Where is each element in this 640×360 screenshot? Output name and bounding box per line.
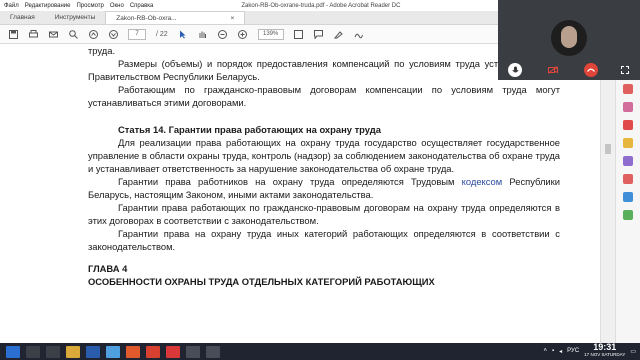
- telegram-icon[interactable]: [106, 345, 120, 358]
- create-pdf-icon[interactable]: [623, 102, 633, 112]
- camera-off-icon[interactable]: [546, 63, 560, 77]
- menu-help[interactable]: Справка: [130, 3, 154, 9]
- clock-weekday: SATURDAY: [601, 352, 626, 357]
- fill-sign-icon[interactable]: [623, 192, 633, 202]
- doc-paragraph: Размеры (объемы) и порядок предоставлени…: [88, 58, 560, 82]
- firefox-icon[interactable]: [126, 345, 140, 358]
- language-indicator[interactable]: РУС: [567, 348, 579, 354]
- organize-pages-icon[interactable]: [623, 156, 633, 166]
- select-cursor-icon[interactable]: [178, 29, 188, 39]
- page-up-icon[interactable]: [88, 29, 98, 39]
- sign-icon[interactable]: [354, 29, 364, 39]
- send-review-icon[interactable]: [623, 210, 633, 220]
- doc-paragraph: Работающим по гражданско-правовым догово…: [88, 84, 560, 108]
- menu-edit[interactable]: Редактирование: [25, 3, 71, 9]
- clock-time: 19:31: [593, 342, 617, 352]
- clock-day: 17: [584, 352, 590, 357]
- fit-page-icon[interactable]: [294, 29, 304, 39]
- article-heading: Статья 14. Гарантии права работающих на …: [118, 124, 381, 135]
- print-icon[interactable]: [28, 29, 38, 39]
- comment-tool-icon[interactable]: [623, 138, 633, 148]
- menu-window[interactable]: Окно: [110, 3, 124, 9]
- fullscreen-icon[interactable]: [618, 63, 632, 77]
- tray-up-arrow-icon[interactable]: ˄: [543, 348, 547, 354]
- comment-icon[interactable]: [314, 29, 324, 39]
- doc-paragraph: Гарантии права на охрану труда иных кате…: [88, 228, 560, 252]
- end-call-icon[interactable]: [584, 63, 598, 77]
- page-total: / 22: [156, 30, 168, 38]
- zoom-level-select[interactable]: 139%: [257, 28, 284, 40]
- scrollbar-thumb[interactable]: [605, 144, 611, 154]
- menu-file[interactable]: Файл: [4, 3, 19, 9]
- highlight-icon[interactable]: [334, 29, 344, 39]
- chapter-number: ГЛАВА 4: [88, 263, 128, 274]
- volume-icon[interactable]: ◂: [559, 348, 562, 355]
- vertical-scrollbar[interactable]: [600, 44, 615, 343]
- clock-date: 17 NOV SATURDAY: [584, 351, 625, 358]
- codex-link[interactable]: кодексом: [462, 176, 503, 187]
- page-number-input[interactable]: 7: [128, 28, 146, 40]
- chrome-icon[interactable]: [146, 345, 160, 358]
- clock-month: NOV: [590, 352, 601, 357]
- network-icon[interactable]: ▪: [552, 348, 554, 354]
- zoom-in-icon[interactable]: [238, 29, 248, 39]
- tab-home[interactable]: Главная: [0, 11, 45, 24]
- menu-bar: Файл Редактирование Просмотр Окно Справк…: [0, 3, 153, 9]
- screen: Файл Редактирование Просмотр Окно Справк…: [0, 0, 640, 360]
- start-icon[interactable]: [6, 345, 20, 358]
- tab-tools[interactable]: Инструменты: [45, 11, 106, 24]
- chapter-title: ОСОБЕННОСТИ ОХРАНЫ ТРУДА ОТДЕЛЬНЫХ КАТЕГ…: [88, 276, 435, 287]
- doc-paragraph: Гарантии права работников на охрану труд…: [88, 175, 560, 201]
- notifications-icon[interactable]: ▭: [630, 348, 636, 355]
- export-pdf-icon[interactable]: [623, 84, 633, 94]
- hand-tool-icon[interactable]: [198, 29, 208, 39]
- taskbar: ˄ ▪ ◂ РУС 19:31 17 NOV SATURDAY ▭: [0, 343, 640, 360]
- document-page: труда. Размеры (объемы) и порядок предос…: [88, 44, 560, 288]
- edit-pdf-icon[interactable]: [623, 120, 633, 130]
- system-tray: ˄ ▪ ◂ РУС 19:31 17 NOV SATURDAY ▭: [543, 342, 636, 358]
- tab-document-label: Zakon-RB-Ob-oxra...: [116, 15, 177, 22]
- search-taskbar-icon[interactable]: [26, 345, 40, 358]
- mail-icon[interactable]: [48, 29, 58, 39]
- document-view[interactable]: труда. Размеры (объемы) и порядок предос…: [0, 44, 600, 343]
- file-explorer-icon[interactable]: [66, 345, 80, 358]
- tab-close-icon[interactable]: ×: [230, 12, 234, 24]
- acrobat-icon[interactable]: [166, 345, 180, 358]
- word-icon[interactable]: [86, 345, 100, 358]
- microphone-icon[interactable]: [508, 63, 522, 77]
- doc-paragraph: Для реализации права работающих на охран…: [88, 137, 560, 174]
- menu-view[interactable]: Просмотр: [76, 3, 103, 9]
- clock[interactable]: 19:31 17 NOV SATURDAY: [584, 342, 625, 358]
- page-down-icon[interactable]: [108, 29, 118, 39]
- task-view-icon[interactable]: [46, 345, 60, 358]
- taskbar-app-icon[interactable]: [206, 345, 220, 358]
- combine-files-icon[interactable]: [623, 174, 633, 184]
- doc-line-0: труда.: [88, 45, 116, 56]
- right-tools-panel: [615, 80, 640, 343]
- window-title: Zakon-RB-Ob-oxrane-truda.pdf - Adobe Acr…: [241, 2, 401, 9]
- taskbar-app-icon[interactable]: [186, 345, 200, 358]
- participant-avatar: [551, 20, 587, 56]
- video-call-overlay: [498, 0, 640, 80]
- doc-paragraph: Гарантии права работающих по гражданско-…: [88, 202, 560, 226]
- tab-document[interactable]: Zakon-RB-Ob-oxra... ×: [105, 11, 246, 24]
- search-icon[interactable]: [68, 29, 78, 39]
- zoom-out-icon[interactable]: [218, 29, 228, 39]
- save-icon[interactable]: [8, 29, 18, 39]
- doc-text: Гарантии права работников на охрану труд…: [118, 176, 462, 187]
